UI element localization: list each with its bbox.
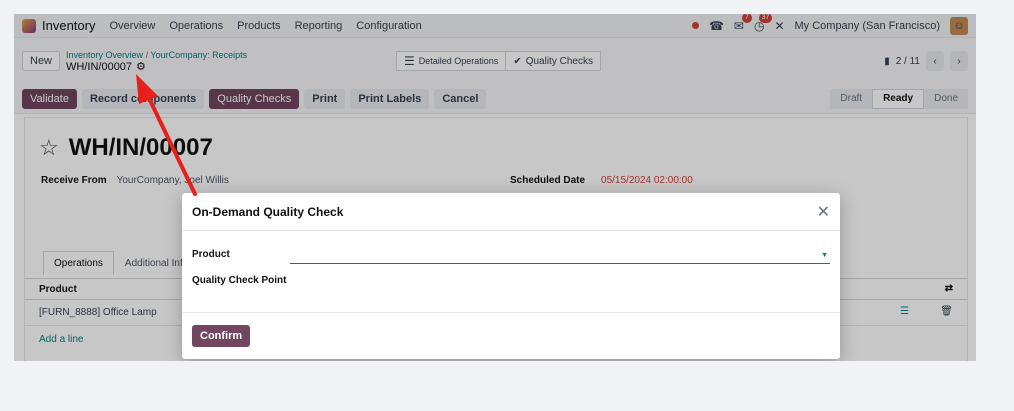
confirm-button[interactable]: Confirm [192,325,251,347]
product-input[interactable]: ▼ [290,248,830,264]
product-label: Product [192,249,230,260]
app-window: Inventory Overview Operations Products R… [14,14,976,361]
dialog-header: On-Demand Quality Check ✕ [182,193,840,231]
quality-check-dialog: On-Demand Quality Check ✕ Product ▼ Qual… [182,193,840,359]
caret-down-icon[interactable]: ▼ [821,252,828,259]
quality-check-point-label: Quality Check Point [192,275,287,286]
dialog-title: On-Demand Quality Check [192,204,344,219]
dialog-body: Product ▼ Quality Check Point [182,231,840,313]
close-icon[interactable]: ✕ [817,202,830,222]
dialog-footer: Confirm [192,325,251,347]
